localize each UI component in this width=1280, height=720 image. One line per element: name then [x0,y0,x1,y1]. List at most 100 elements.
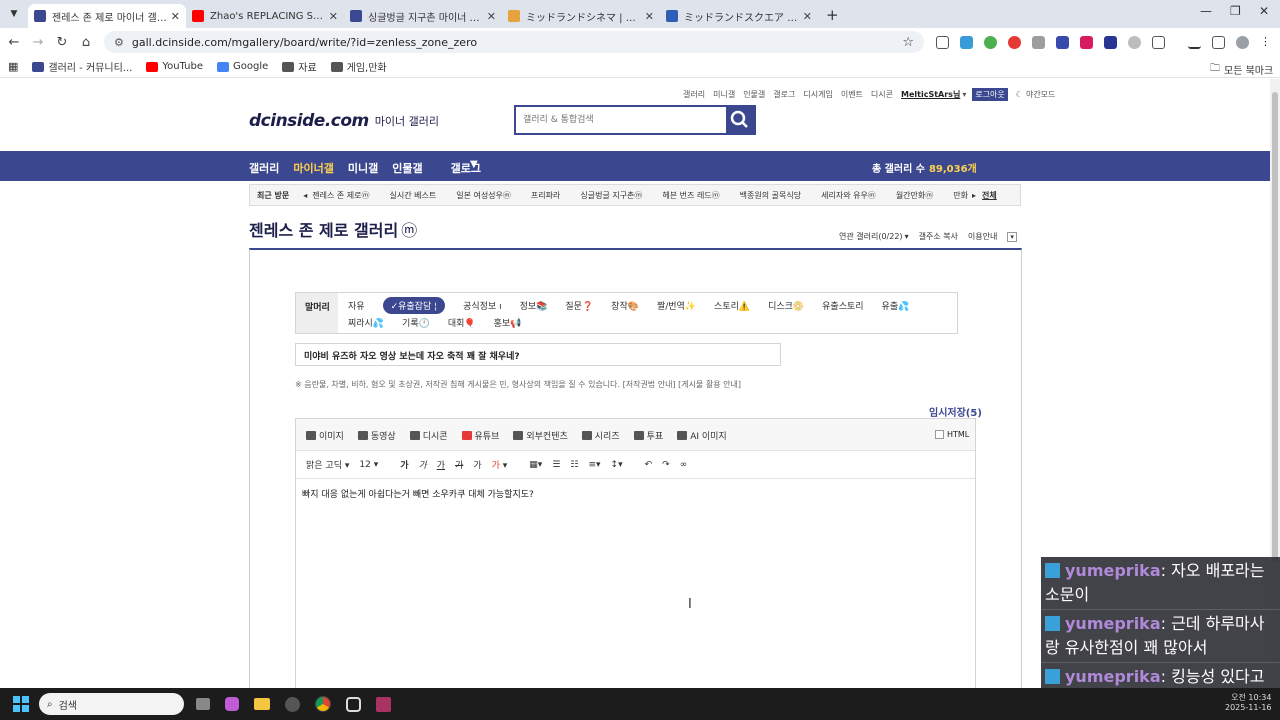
category-option[interactable]: 홍보📢 [494,316,522,329]
html-checkbox[interactable] [935,430,944,439]
extension-icon[interactable] [1032,36,1045,49]
link-icon[interactable]: ∞ [680,460,688,470]
forward-icon[interactable]: → [26,35,50,50]
table-icon[interactable]: ▦▾ [529,460,542,470]
recent-item[interactable]: 일본 여성성우ⓜ [456,190,511,201]
chevron-down-icon[interactable]: ▾ [905,232,909,241]
category-option[interactable]: ✓유출잡담 ¦ [382,297,446,314]
editor-body[interactable]: 빠지 대응 없는게 아쉽다는거 빼면 소우카쿠 대체 가능할지도? [302,487,534,500]
bold-button[interactable]: 가 [400,458,408,471]
extension-icon[interactable] [1056,36,1069,49]
extension-icon[interactable] [984,36,997,49]
address-bar[interactable]: ⚙ gall.dcinside.com/mgallery/board/write… [104,31,924,53]
redo-icon[interactable]: ↷ [662,460,670,470]
category-option[interactable]: 짤/번역✨ [657,299,696,312]
logout-button[interactable]: 로그아웃 [972,88,1008,101]
text-color-button[interactable]: 가 ▾ [492,458,508,471]
tab-close-icon[interactable]: ✕ [171,10,180,23]
new-tab-button[interactable]: + [826,6,839,24]
category-option[interactable]: 디스크📀 [768,299,804,312]
bookmark-item[interactable]: YouTube [146,61,203,72]
extension-icon[interactable] [1080,36,1093,49]
browser-tab[interactable]: 젠레스 존 제로 마이너 갤러리 ✕ [28,4,186,28]
recent-item[interactable]: 백종원의 골목식당 [740,190,801,201]
search-button[interactable] [726,107,754,133]
recent-item[interactable]: 싱글벙글 지구촌ⓜ [580,190,642,201]
copy-address-link[interactable]: 갤주소 복사 [919,231,958,242]
temp-save-button[interactable]: 임시저장(5) [929,404,982,419]
series-button[interactable]: 시리즈 [581,429,620,442]
extension-icon[interactable] [1008,36,1021,49]
recent-item[interactable]: 실시간 베스트 [390,190,437,201]
category-option[interactable]: 스토리⚠️ [714,299,750,312]
category-option[interactable]: 공식정보 ı [463,299,501,312]
browser-tab[interactable]: Zhao's REPLACING Soukaku | ✕ [186,4,344,28]
profile-avatar[interactable] [1236,36,1249,49]
category-option[interactable]: 창작🎨 [611,299,639,312]
util-link[interactable]: 미니갤 [713,89,735,100]
external-button[interactable]: 외부컨텐츠 [513,429,568,442]
category-option[interactable]: 찌라시💦 [348,316,384,329]
util-link[interactable]: 이벤트 [841,89,863,100]
tab-close-icon[interactable]: ✕ [645,10,654,23]
util-link[interactable]: 인물갤 [743,89,765,100]
extension-icon[interactable] [1104,36,1117,49]
system-clock[interactable]: 오전 10:34 2025-11-16 [1225,692,1272,712]
util-link[interactable]: 디시게임 [803,89,832,100]
prev-arrow-icon[interactable]: ◂ [303,191,307,200]
night-mode-toggle[interactable]: 야간모드 [1026,89,1055,100]
close-window-icon[interactable]: ✕ [1259,4,1269,18]
ai-image-button[interactable]: AI 이미지 [677,429,727,442]
download-icon[interactable] [1188,36,1201,49]
browser-tab[interactable]: ミッドランドスクエア シネマ ✕ [660,4,818,28]
undo-icon[interactable]: ↶ [645,460,653,470]
html-toggle[interactable]: HTML [935,430,969,439]
bullet-list-icon[interactable]: ☰ [552,460,560,470]
underline-button[interactable]: 가 [437,458,445,471]
browser-tab[interactable]: ミッドランドシネマ | 上映スケ ✕ [502,4,660,28]
linked-gallery-dropdown[interactable]: 연관 갤러리(0/22) [839,231,903,242]
username-link[interactable]: MelticStArs님 [901,89,960,100]
chevron-down-icon[interactable]: ▼ [470,159,478,170]
bookmark-item[interactable]: 게임,만화 [330,59,387,74]
vote-button[interactable]: 투표 [633,429,663,442]
extension-icon[interactable] [936,36,949,49]
browser-tab[interactable]: 싱글벙글 지구촌 마이너 갤러리 ✕ [344,4,502,28]
text-bg-color-button[interactable]: 가 [473,458,481,471]
bookmark-item[interactable]: Google [216,61,268,72]
tab-close-icon[interactable]: ✕ [329,10,338,23]
dccon-button[interactable]: 디시콘 [409,429,448,442]
home-icon[interactable]: ⌂ [74,35,98,50]
apps-grid-icon[interactable]: ▦ [8,60,18,73]
video-button[interactable]: 동영상 [357,429,396,442]
category-option[interactable]: 정보📚 [520,299,548,312]
all-bookmarks-button[interactable]: 🗀 모든 북마크 [1210,61,1273,78]
expand-toggle-icon[interactable]: ▾ [1007,231,1017,242]
recent-item[interactable]: 월간만화ⓜ [896,190,933,201]
bookmark-item[interactable]: 갤러리 - 커뮤니티... [32,59,132,74]
extensions-puzzle-icon[interactable] [1152,36,1165,49]
menu-kebab-icon[interactable]: ⋮ [1260,35,1271,48]
minimize-icon[interactable]: — [1200,4,1212,18]
title-input[interactable]: 미야비 유즈하 자오 영상 보는데 자오 축적 꽤 잘 채우네? [295,343,781,366]
app-icon[interactable] [346,696,361,712]
image-button[interactable]: 이미지 [306,429,344,442]
recent-item[interactable]: 세리자와 유우ⓜ [821,190,876,201]
back-icon[interactable]: ← [2,35,26,50]
extension-icon[interactable] [960,36,973,49]
numbered-list-icon[interactable]: ☷ [570,460,578,470]
italic-button[interactable]: 가 [419,458,427,471]
media-control-icon[interactable] [1212,36,1225,49]
chrome-icon[interactable] [315,696,331,712]
chevron-down-icon[interactable]: ▾ [962,90,966,99]
category-option[interactable]: 질문❓ [565,299,593,312]
line-height-icon[interactable]: ↕▾ [611,460,623,470]
scrollbar-thumb[interactable] [1272,92,1278,562]
site-logo[interactable]: dcinside.com 마이너 갤러리 [249,111,439,131]
recent-item[interactable]: 헤븐 번즈 레드ⓜ [662,190,719,201]
category-option[interactable]: 대회🎈 [448,316,476,329]
copilot-icon[interactable] [225,697,239,711]
bookmark-item[interactable]: 자료 [282,59,317,74]
gnb-item[interactable]: 마이너갤 [293,160,333,176]
tab-close-icon[interactable]: ✕ [803,10,812,23]
